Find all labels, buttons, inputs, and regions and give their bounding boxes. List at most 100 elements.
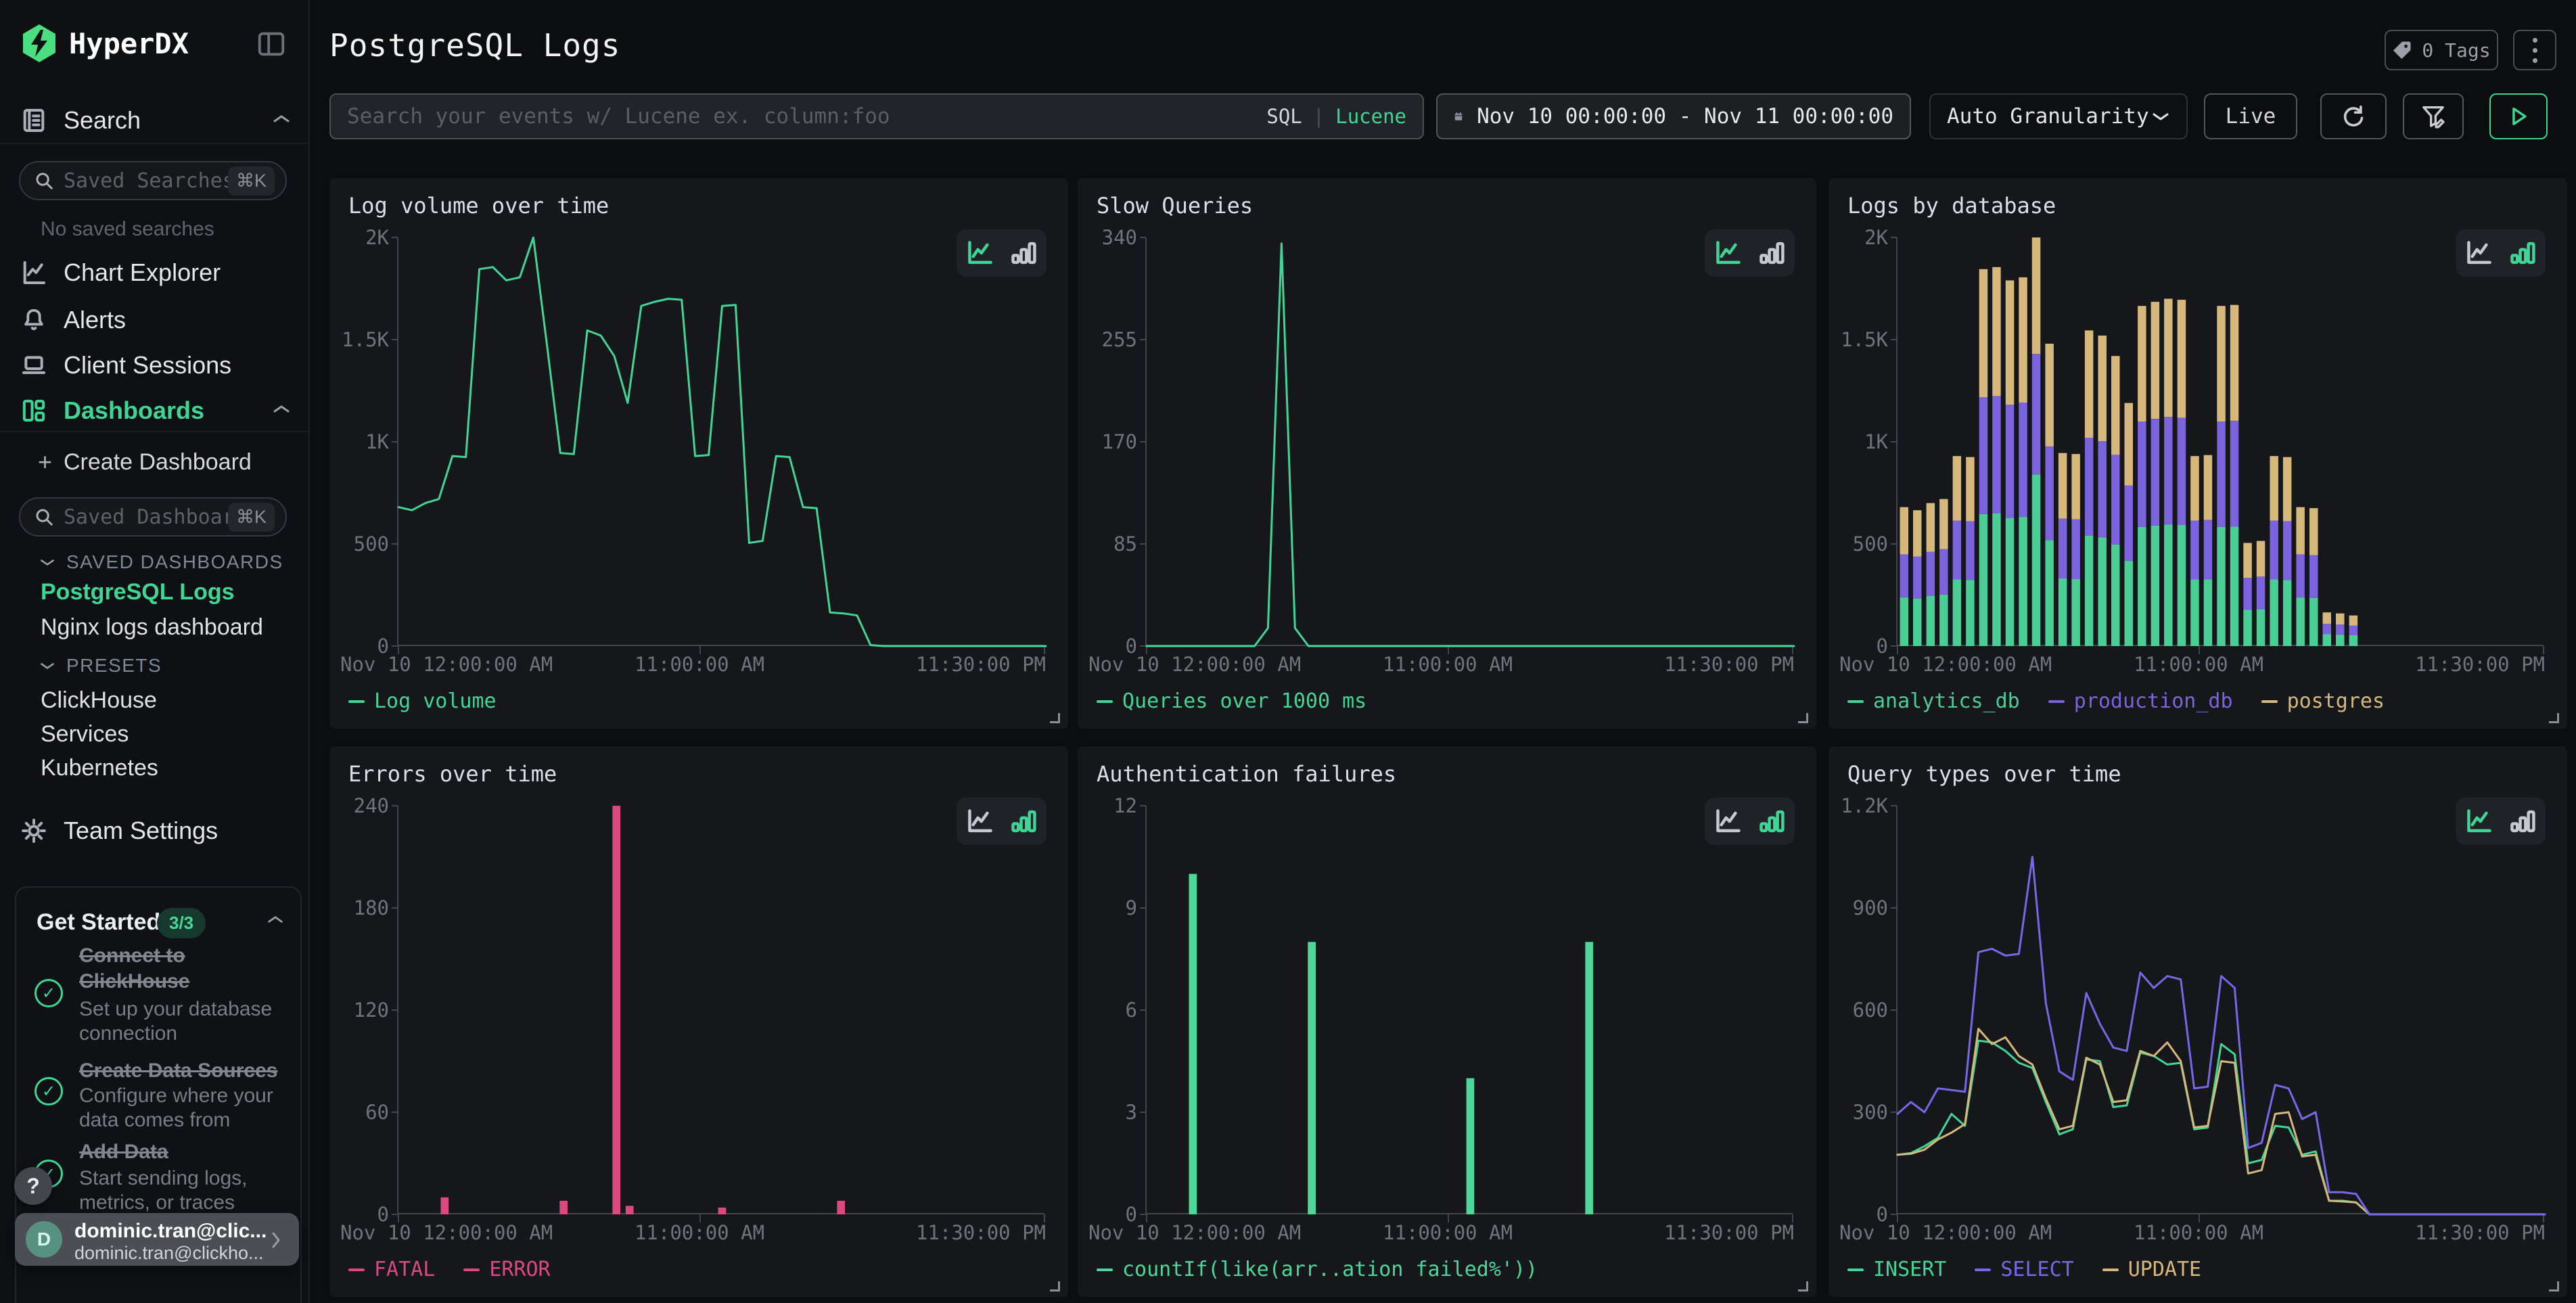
legend-item[interactable]: INSERT [1847, 1258, 1946, 1281]
legend-item[interactable]: FATAL [348, 1258, 435, 1281]
y-tick-mark [1891, 1214, 1897, 1215]
x-axis-labels: Nov 10 12:00:00 AM11:00:00 AM11:30:00 PM [1828, 653, 2567, 680]
y-tick-label: 1.5K [1841, 328, 1888, 351]
legend-item[interactable]: ERROR [463, 1258, 550, 1281]
x-tick-label: 11:00:00 AM [1383, 1221, 1513, 1244]
sidebar-preset-services[interactable]: Services [41, 721, 129, 748]
panel-title: Logs by database [1847, 193, 2056, 219]
chart-plot[interactable] [1145, 237, 1793, 646]
panel-menu-button[interactable] [2513, 30, 2556, 70]
panel-authentication-failures[interactable]: Authentication failures036912Nov 10 12:0… [1078, 746, 1816, 1297]
legend-item[interactable]: countIf(like(arr..ation failed%')) [1097, 1258, 1538, 1281]
y-tick-label: 240 [354, 794, 389, 817]
search-icon [34, 507, 54, 527]
app-title: HyperDX [69, 27, 189, 60]
kbd-shortcut: ⌘K [228, 503, 275, 532]
legend-item[interactable]: UPDATE [2102, 1258, 2201, 1281]
get-started-item-desc: Set up your database connection [79, 997, 272, 1046]
panel-slow-queries[interactable]: Slow Queries085170255340Nov 10 12:00:00 … [1078, 178, 1816, 729]
legend-item[interactable]: production_db [2048, 689, 2233, 713]
run-query-button[interactable] [2489, 93, 2548, 139]
y-tick-label: 180 [354, 896, 389, 919]
user-profile-card[interactable]: D dominic.tran@clic... dominic.tran@clic… [15, 1213, 299, 1266]
chart-plot[interactable] [397, 806, 1044, 1214]
saved-searches-input[interactable]: Saved Searches ⌘K [19, 161, 287, 200]
x-tick-label: Nov 10 12:00:00 AM [340, 1221, 553, 1244]
filter-button[interactable] [2403, 93, 2464, 139]
date-range-picker[interactable]: Nov 10 00:00:00 - Nov 11 00:00:00 [1436, 93, 1911, 139]
y-tick-mark [392, 1009, 398, 1011]
chart-plot[interactable] [1896, 806, 2544, 1214]
event-search-input[interactable]: Search your events w/ Lucene ex. column:… [329, 93, 1424, 139]
resize-handle[interactable] [1050, 1281, 1060, 1291]
x-tick-label: 11:30:00 PM [1664, 653, 1794, 676]
panel-log-volume[interactable]: Log volume over time05001K1.5K2KNov 10 1… [329, 178, 1068, 729]
sidebar-item-alerts[interactable]: Alerts [0, 304, 310, 336]
chevron-up-icon[interactable] [272, 404, 291, 418]
chart-plot[interactable] [397, 237, 1044, 646]
resize-handle[interactable] [1798, 1281, 1808, 1291]
legend-item[interactable]: SELECT [1975, 1258, 2073, 1281]
y-tick-mark [1891, 907, 1897, 909]
x-axis-labels: Nov 10 12:00:00 AM11:00:00 AM11:30:00 PM [1828, 1221, 2567, 1248]
sidebar-item-client-sessions[interactable]: Client Sessions [0, 349, 310, 382]
desc-line: data comes from [79, 1108, 273, 1133]
sidebar-item-chart-explorer[interactable]: Chart Explorer [0, 256, 310, 289]
y-tick-mark [1140, 1214, 1146, 1215]
lucene-toggle[interactable]: Lucene [1335, 105, 1406, 128]
panel-logs-by-database[interactable]: Logs by database05001K1.5K2KNov 10 12:00… [1828, 178, 2567, 729]
help-button[interactable]: ? [14, 1167, 52, 1205]
get-started-item-title[interactable]: Create Data Sources [79, 1058, 277, 1084]
legend-item[interactable]: postgres [2261, 689, 2385, 713]
tags-button[interactable]: 0 Tags [2385, 30, 2498, 70]
sql-toggle[interactable]: SQL [1266, 105, 1302, 128]
resize-handle[interactable] [1798, 713, 1808, 723]
get-started-item-title[interactable]: Add Data [79, 1139, 168, 1165]
resize-handle[interactable] [1050, 713, 1060, 723]
search-page-icon [19, 106, 49, 135]
section-saved-dashboards[interactable]: SAVED DASHBOARDS [39, 551, 283, 573]
legend-swatch [348, 1268, 365, 1271]
legend-item[interactable]: Queries over 1000 ms [1097, 689, 1366, 713]
legend-item[interactable]: Log volume [348, 689, 497, 713]
chevron-right-icon [271, 1231, 281, 1253]
refresh-button[interactable] [2320, 93, 2387, 139]
x-tick-label: 11:00:00 AM [1383, 653, 1513, 676]
chevron-up-icon[interactable] [267, 915, 284, 928]
resize-handle[interactable] [2549, 1281, 2559, 1291]
sidebar-dashboard-nginx-logs[interactable]: Nginx logs dashboard [41, 614, 263, 641]
sidebar-item-team-settings[interactable]: Team Settings [0, 815, 310, 847]
kbd-shortcut: ⌘K [228, 166, 275, 196]
granularity-select[interactable]: Auto Granularity [1929, 93, 2188, 139]
no-saved-searches-note: No saved searches [41, 218, 214, 241]
create-dashboard-button[interactable]: + Create Dashboard [0, 446, 310, 478]
plus-icon: + [38, 448, 52, 476]
title-line: ClickHouse [79, 969, 189, 995]
saved-dashboards-input[interactable]: Saved Dashboards ⌘K [19, 497, 287, 536]
sidebar-item-search[interactable]: Search [0, 104, 310, 137]
y-tick-mark [1140, 543, 1146, 545]
y-tick-mark [1891, 1112, 1897, 1113]
kebab-menu-icon [2533, 38, 2537, 43]
collapse-sidebar-icon[interactable] [256, 28, 287, 60]
y-tick-label: 900 [1853, 896, 1888, 919]
sidebar-preset-clickhouse[interactable]: ClickHouse [41, 687, 157, 714]
laptop-icon [19, 350, 49, 380]
y-tick-mark [1891, 543, 1897, 545]
chevron-up-icon[interactable] [272, 114, 291, 128]
get-started-item-title[interactable]: Connect to ClickHouse [79, 943, 189, 995]
legend-item[interactable]: analytics_db [1847, 689, 2020, 713]
y-axis: 05001K1.5K2K [329, 237, 389, 646]
panel-errors-over-time[interactable]: Errors over time060120180240Nov 10 12:00… [329, 746, 1068, 1297]
resize-handle[interactable] [2549, 713, 2559, 723]
panel-query-types[interactable]: Query types over time03006009001.2KNov 1… [1828, 746, 2567, 1297]
section-presets[interactable]: PRESETS [39, 655, 162, 677]
sidebar-item-dashboards[interactable]: Dashboards [0, 394, 310, 427]
chart-plot[interactable] [1145, 806, 1793, 1214]
desc-line: connection [79, 1022, 272, 1046]
live-button[interactable]: Live [2204, 93, 2297, 139]
chart-plot[interactable] [1896, 237, 2544, 646]
y-tick-label: 3 [1126, 1101, 1137, 1124]
sidebar-preset-kubernetes[interactable]: Kubernetes [41, 755, 158, 781]
sidebar-dashboard-postgresql-logs[interactable]: PostgreSQL Logs [41, 579, 235, 605]
